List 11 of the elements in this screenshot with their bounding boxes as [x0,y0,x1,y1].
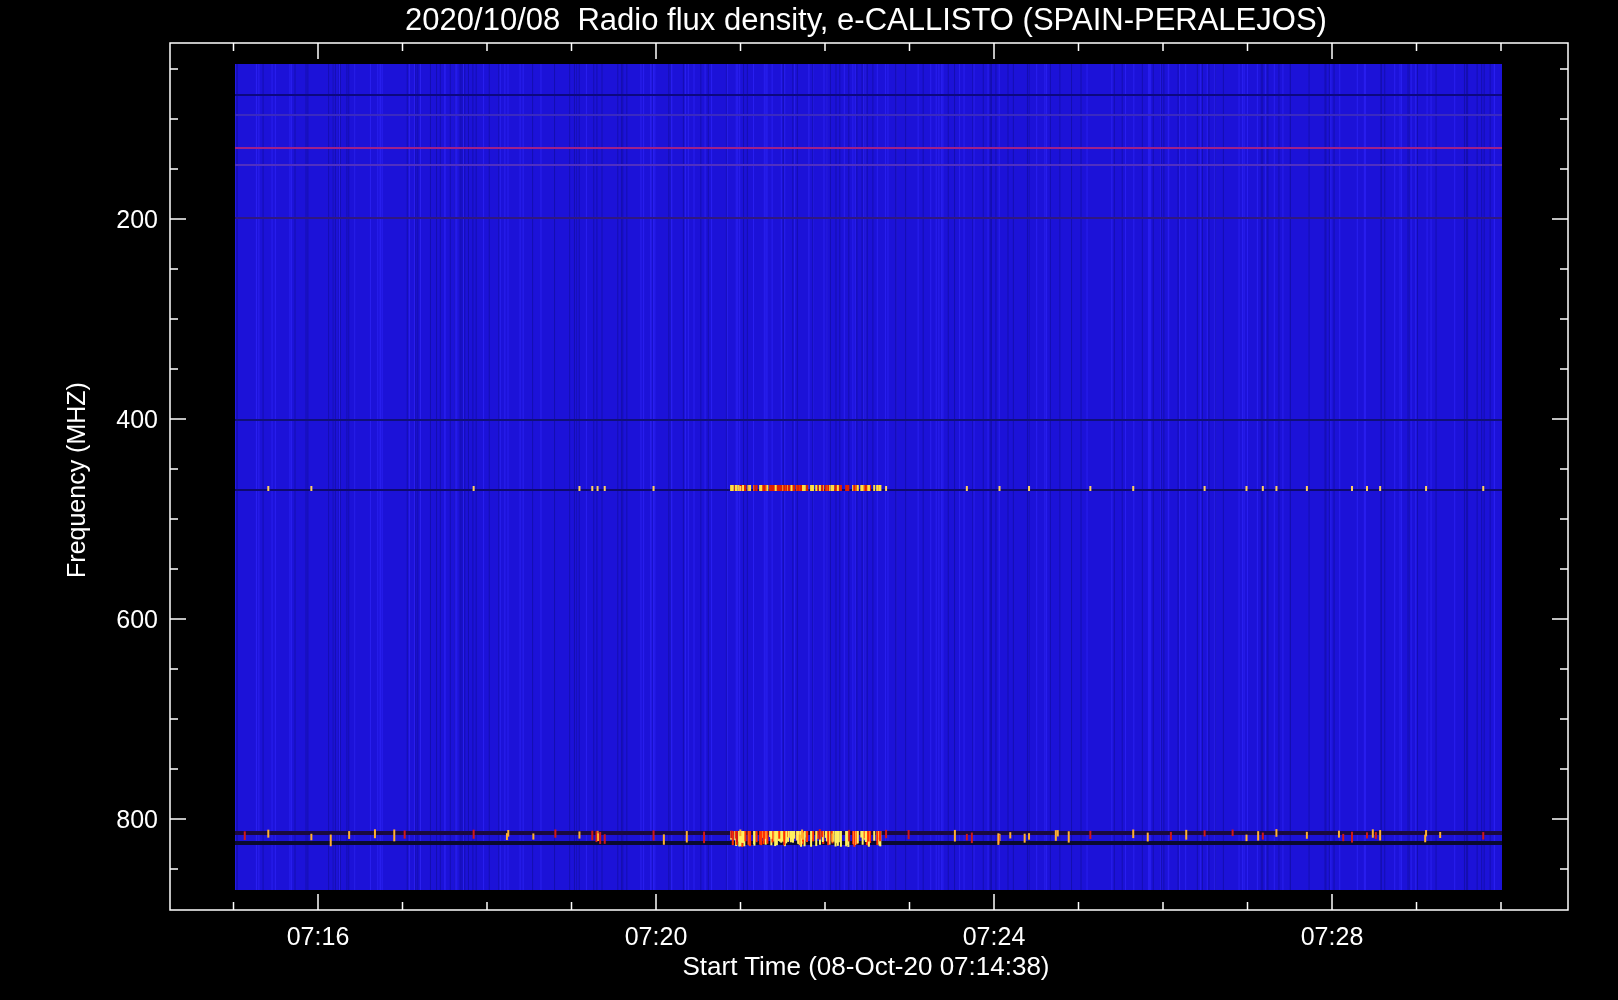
x-tick-label: 07:24 [962,922,1026,950]
x-tick-label: 07:16 [286,922,350,950]
y-axis-label: Frequency (MHZ) [62,382,90,578]
x-tick-label: 07:20 [624,922,688,950]
plot-title: 2020/10/08 Radio flux density, e-CALLISTO (SPAIN-PERALEJOS) [405,2,1327,37]
y-tick-label: 600 [116,605,158,633]
y-tick-label: 800 [116,805,158,833]
x-axis-label: Start Time (08-Oct-20 07:14:38) [682,951,1050,981]
x-tick-label: 07:28 [1300,922,1364,950]
y-tick-label: 200 [116,205,158,233]
y-tick-label: 400 [116,405,158,433]
